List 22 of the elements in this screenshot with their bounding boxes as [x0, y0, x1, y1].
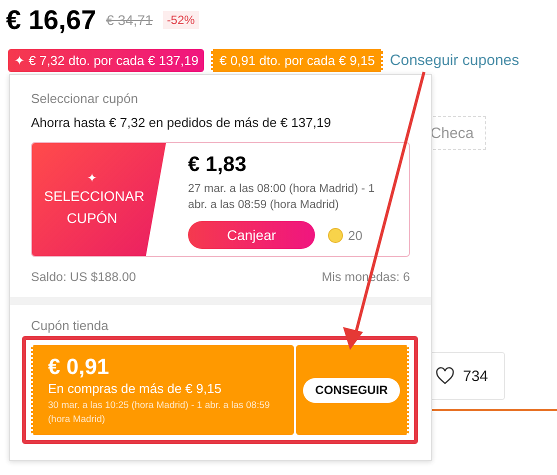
coupon-amount: € 1,83: [188, 153, 248, 177]
balance-text: Saldo: US $188.00: [31, 270, 136, 284]
coupon-condition: En compras de más de € 9,15: [48, 381, 222, 396]
coupon-amount: € 0,91: [48, 354, 110, 380]
section-title: Seleccionar cupón: [31, 91, 139, 106]
coupon-validity: 27 mar. a las 08:00 (hora Madrid) - 1 abr. a las 08:59 (hora Madrid): [188, 182, 376, 213]
savings-summary: Ahorra hasta € 7,32 en pedidos de más de € 137,19: [31, 115, 332, 130]
discount-badge: -52%: [162, 11, 199, 29]
coupon-tag[interactable]: € 0,91 dto. por cada € 9,15: [211, 48, 383, 72]
get-coupons-link[interactable]: Conseguir cupones: [390, 52, 520, 68]
like-count: 734: [462, 368, 488, 384]
get-coupon-button[interactable]: CONSEGUIR: [303, 378, 400, 402]
coin-cost: 20: [348, 228, 362, 242]
redeem-button[interactable]: Canjear: [188, 221, 315, 249]
coin-icon: [328, 228, 343, 242]
coupon-tag[interactable]: ✦ € 7,32 dto. por cada € 137,19: [8, 48, 204, 72]
coupon-validity: 30 mar. a las 10:25 (hora Madrid) - 1 abr. a las 08:59 (hora Madrid): [48, 399, 271, 427]
section-title: Cupón tienda: [31, 318, 110, 333]
select-coupon-badge[interactable]: ✦ SELECCIONAR CUPÓN: [32, 143, 166, 256]
heart-icon: [434, 367, 455, 385]
current-price: € 16,67: [6, 4, 96, 36]
original-price: € 34,71: [106, 12, 153, 28]
